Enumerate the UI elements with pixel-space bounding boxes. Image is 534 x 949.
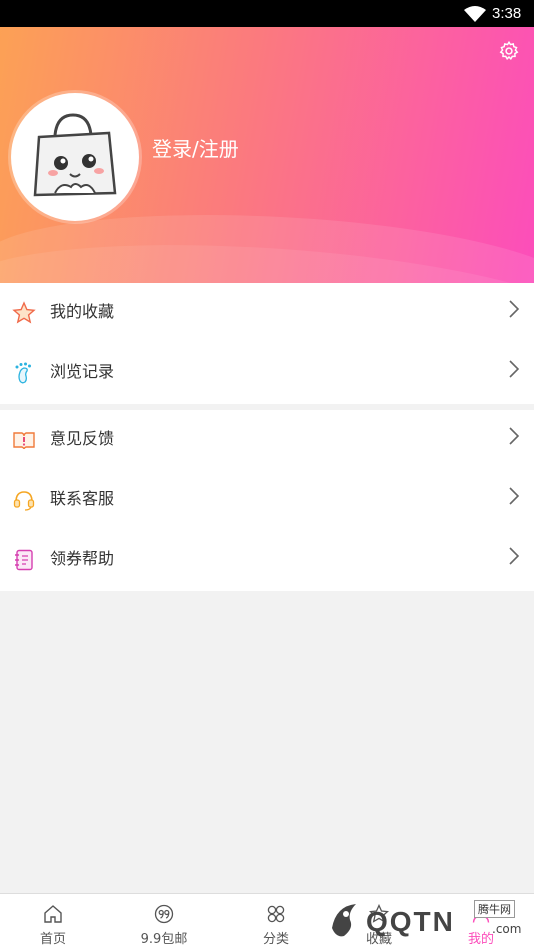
menu-group: 意见反馈 联系客服 领券帮助 bbox=[0, 410, 534, 591]
profile-header: 登录/注册 bbox=[0, 27, 534, 283]
chevron-right-icon bbox=[509, 427, 520, 445]
watermark-suffix: .com bbox=[492, 922, 522, 936]
menu-label: 领券帮助 bbox=[50, 549, 115, 568]
menu-item-favorites[interactable]: 我的收藏 bbox=[0, 283, 534, 343]
tab-home[interactable]: 首页 bbox=[0, 894, 106, 949]
chevron-right-icon bbox=[509, 547, 520, 565]
tab-free-shipping[interactable]: 9.9包邮 bbox=[111, 894, 217, 949]
status-time: 3:38 bbox=[492, 5, 522, 22]
headset-icon bbox=[13, 491, 35, 511]
tab-category[interactable]: 分类 bbox=[223, 894, 329, 949]
watermark-badge: 腾牛网 bbox=[474, 900, 515, 918]
status-bar: 3:38 bbox=[0, 0, 534, 27]
avatar[interactable] bbox=[11, 93, 139, 221]
tab-label: 9.9包邮 bbox=[140, 932, 188, 947]
watermark-text: QQTN bbox=[366, 906, 455, 937]
menu-item-history[interactable]: 浏览记录 bbox=[0, 343, 534, 403]
watermark-logo-icon bbox=[332, 904, 356, 937]
menu-label: 联系客服 bbox=[50, 489, 115, 508]
feedback-book-icon bbox=[13, 432, 35, 450]
shopping-bag-mascot-icon bbox=[33, 113, 117, 197]
menu-item-coupon-help[interactable]: 领券帮助 bbox=[0, 530, 534, 590]
tab-label: 首页 bbox=[39, 932, 66, 947]
footprint-icon bbox=[15, 362, 31, 384]
ninety-nine-icon bbox=[154, 904, 174, 924]
gear-icon[interactable] bbox=[498, 40, 520, 62]
chevron-right-icon bbox=[509, 487, 520, 505]
chevron-right-icon bbox=[509, 300, 520, 318]
home-icon bbox=[44, 905, 62, 923]
menu-label: 我的收藏 bbox=[50, 302, 115, 321]
menu-label: 意见反馈 bbox=[50, 429, 115, 448]
menu-label: 浏览记录 bbox=[50, 362, 115, 381]
menu-item-feedback[interactable]: 意见反馈 bbox=[0, 410, 534, 470]
chevron-right-icon bbox=[509, 360, 520, 378]
category-icon bbox=[267, 905, 285, 923]
tab-label: 分类 bbox=[262, 932, 289, 947]
menu-item-customer-service[interactable]: 联系客服 bbox=[0, 470, 534, 530]
watermark: QQTN 腾牛网 .com bbox=[326, 896, 534, 946]
menu-group: 我的收藏 浏览记录 bbox=[0, 283, 534, 404]
login-register-link[interactable]: 登录/注册 bbox=[152, 133, 239, 162]
star-icon bbox=[12, 301, 36, 324]
notebook-icon bbox=[15, 549, 33, 571]
wifi-icon bbox=[464, 6, 486, 22]
